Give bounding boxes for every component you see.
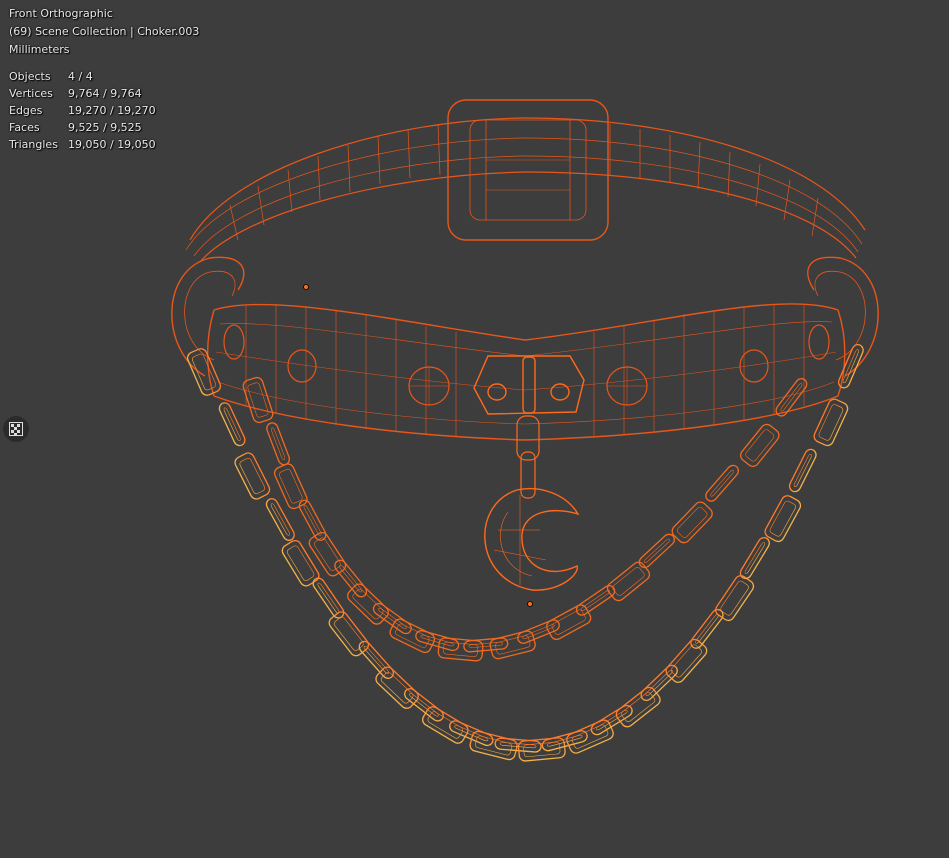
stat-row-faces: Faces 9,525 / 9,525 bbox=[9, 119, 156, 136]
chain-link bbox=[312, 577, 345, 619]
chain-link bbox=[308, 531, 347, 577]
collar-front-grid bbox=[245, 304, 805, 437]
chain-link bbox=[764, 495, 802, 543]
chain-link bbox=[334, 559, 368, 598]
chain-link-inner bbox=[363, 645, 389, 674]
chain-link-inner bbox=[677, 506, 708, 538]
chain-link-inner bbox=[769, 500, 796, 537]
stat-row-vertices: Vertices 9,764 / 9,764 bbox=[9, 85, 156, 102]
chain-link-inner bbox=[279, 468, 303, 504]
chain-link-inner bbox=[239, 457, 266, 495]
chain-link-inner bbox=[818, 404, 844, 441]
chain-link-inner bbox=[427, 711, 464, 739]
chain-link bbox=[788, 448, 817, 493]
object-origins[interactable] bbox=[303, 284, 533, 607]
moon-pendant[interactable] bbox=[484, 488, 580, 591]
stat-row-edges: Edges 19,270 / 19,270 bbox=[9, 102, 156, 119]
stat-label: Faces bbox=[9, 121, 40, 134]
viewport-side-toggle[interactable] bbox=[3, 416, 29, 442]
chain-link-inner bbox=[612, 566, 645, 596]
collar-band-front[interactable] bbox=[206, 303, 846, 441]
studs[interactable] bbox=[223, 324, 830, 406]
stat-row-objects: Objects 4 / 4 bbox=[9, 68, 156, 85]
chain-link-inner bbox=[468, 641, 504, 648]
collar-back-grid bbox=[229, 123, 819, 241]
side-rings[interactable] bbox=[171, 256, 879, 377]
chain-link-inner bbox=[339, 564, 363, 593]
chain-link bbox=[404, 688, 444, 722]
chain-link-inner bbox=[247, 382, 269, 418]
stat-label: Vertices bbox=[9, 87, 53, 100]
chain-link bbox=[266, 422, 291, 466]
chain-link-inner bbox=[551, 609, 586, 635]
chain-link-inner bbox=[420, 634, 454, 647]
chain-link bbox=[690, 608, 724, 649]
scene-statistics: Objects 4 / 4 Vertices 9,764 / 9,764 Edg… bbox=[9, 68, 156, 153]
chain-link bbox=[489, 630, 536, 660]
pendant-chain[interactable] bbox=[516, 415, 540, 499]
units-label: Millimeters bbox=[9, 43, 70, 56]
center-plate[interactable] bbox=[473, 355, 585, 415]
stat-value: 9,764 / 9,764 bbox=[68, 87, 142, 100]
chain-link-inner bbox=[643, 538, 670, 564]
chain-link-inner bbox=[745, 429, 775, 462]
chain-link-inner bbox=[670, 644, 702, 678]
chain-link bbox=[328, 611, 370, 657]
chain-link bbox=[715, 575, 755, 622]
checker-icon bbox=[9, 422, 23, 436]
stat-value: 9,525 / 9,525 bbox=[68, 121, 142, 134]
chain-link bbox=[739, 537, 770, 580]
view-name: Front Orthographic bbox=[9, 7, 113, 20]
chain-link bbox=[469, 730, 518, 761]
stat-label: Objects bbox=[9, 70, 51, 83]
outer-chain[interactable] bbox=[186, 343, 865, 762]
3d-viewport[interactable]: Front Orthographic (69) Scene Collection… bbox=[0, 0, 949, 858]
chain-link bbox=[422, 706, 469, 744]
stat-value: 19,050 / 19,050 bbox=[68, 138, 156, 151]
stat-value: 19,270 / 19,270 bbox=[68, 104, 156, 117]
chain-link-inner bbox=[710, 469, 734, 497]
chain-link-inner bbox=[571, 724, 609, 749]
chain-link bbox=[739, 423, 780, 468]
chain-link bbox=[813, 398, 849, 447]
chain-link bbox=[218, 402, 246, 447]
chain-link-inner bbox=[317, 582, 340, 614]
chain-link-inner bbox=[192, 353, 216, 391]
chain-link bbox=[615, 686, 661, 728]
chain-link-inner bbox=[720, 580, 749, 616]
chain-link-inner bbox=[286, 545, 315, 581]
viewport-info-overlay: Front Orthographic (69) Scene Collection… bbox=[9, 5, 199, 59]
chain-link bbox=[590, 704, 633, 736]
chain-link-inner bbox=[313, 537, 341, 571]
chain-link bbox=[671, 501, 713, 544]
stat-row-triangles: Triangles 19,050 / 19,050 bbox=[9, 136, 156, 153]
stat-value: 4 / 4 bbox=[68, 70, 93, 83]
chain-link bbox=[566, 719, 614, 754]
chain-link bbox=[705, 464, 740, 502]
stat-label: Triangles bbox=[9, 138, 58, 151]
chain-link-inner bbox=[695, 614, 719, 644]
stat-label: Edges bbox=[9, 104, 43, 117]
collection-line: (69) Scene Collection | Choker.003 bbox=[9, 25, 200, 38]
chain-link bbox=[415, 630, 460, 652]
chain-link bbox=[265, 498, 295, 541]
chain-link bbox=[234, 452, 271, 500]
chain-link-inner bbox=[380, 671, 414, 704]
chain-link bbox=[575, 585, 616, 616]
chain-link bbox=[606, 561, 651, 602]
